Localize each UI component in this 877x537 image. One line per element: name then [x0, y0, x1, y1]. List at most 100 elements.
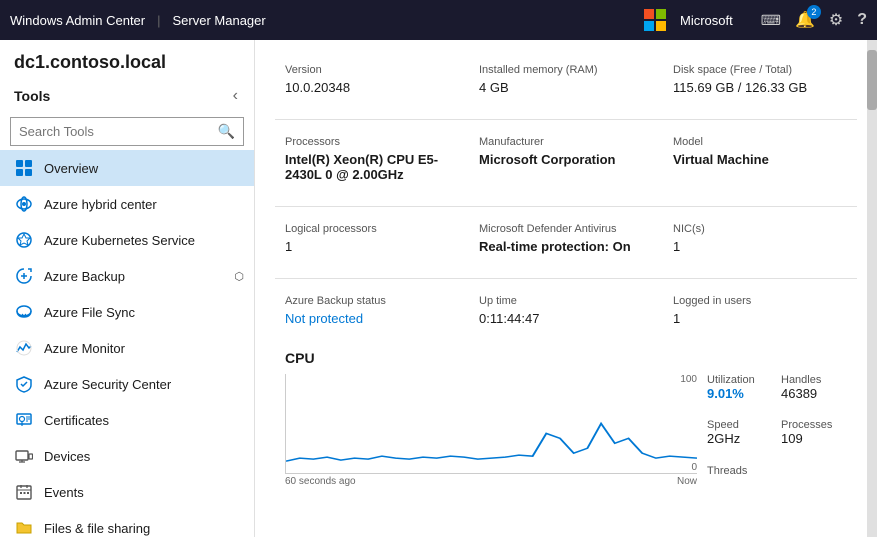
stat-value-model: Virtual Machine — [673, 152, 847, 167]
stat-value-disk: 115.69 GB / 126.33 GB — [673, 80, 847, 95]
stat-label-processors: Processors — [285, 136, 459, 148]
sidebar-item-azure-hybrid[interactable]: Azure hybrid center — [0, 186, 254, 222]
stat-label-nics: NIC(s) — [673, 223, 847, 235]
stat-label-model: Model — [673, 136, 847, 148]
cpu-chart-container: 100 0 60 seconds ago Now — [285, 374, 697, 487]
main-layout: dc1.contoso.local Tools ‹ 🔍 Overview — [0, 40, 877, 537]
sidebar-item-label-files: Files & file sharing — [44, 521, 244, 536]
chart-label-right: Now — [677, 476, 697, 487]
notification-badge: 2 — [807, 5, 821, 19]
stat-manufacturer: Manufacturer Microsoft Corporation — [469, 128, 663, 196]
cpu-speed-stat: Speed 2GHz — [707, 419, 773, 456]
stat-value-logged-users: 1 — [673, 311, 847, 326]
cpu-handles-stat: Handles 46389 — [781, 374, 847, 411]
stat-label-ram: Installed memory (RAM) — [479, 64, 653, 76]
sidebar-item-label-events: Events — [44, 485, 244, 500]
stat-model: Model Virtual Machine — [663, 128, 857, 196]
stat-label-logged-users: Logged in users — [673, 295, 847, 307]
stat-label-defender: Microsoft Defender Antivirus — [479, 223, 653, 235]
topbar-actions: ⌨ 🔔 2 ⚙ ? — [761, 10, 867, 30]
overview-icon — [14, 158, 34, 178]
chart-max-label: 100 — [680, 374, 697, 385]
cpu-speed-label: Speed — [707, 419, 773, 431]
stat-value-backup-status[interactable]: Not protected — [285, 311, 459, 326]
cpu-chart-svg — [286, 374, 697, 473]
stat-value-nics: 1 — [673, 239, 847, 254]
cpu-chart: 100 0 — [285, 374, 697, 474]
cpu-title: CPU — [285, 350, 847, 366]
help-icon[interactable]: ? — [857, 11, 867, 29]
azure-backup-icon — [14, 266, 34, 286]
sidebar-item-label-azure-kubernetes: Azure Kubernetes Service — [44, 233, 244, 248]
files-icon — [14, 518, 34, 537]
sidebar-item-overview[interactable]: Overview — [0, 150, 254, 186]
microsoft-logo — [644, 9, 666, 31]
stats-grid-row4: Azure Backup status Not protected Up tim… — [275, 287, 857, 340]
stats-grid-row3: Logical processors 1 Microsoft Defender … — [275, 215, 857, 268]
azure-security-icon — [14, 374, 34, 394]
events-icon — [14, 482, 34, 502]
left-panel: dc1.contoso.local Tools ‹ 🔍 Overview — [0, 40, 255, 537]
chart-zero-label: 0 — [691, 462, 697, 473]
stat-ram: Installed memory (RAM) 4 GB — [469, 56, 663, 109]
sidebar-item-label-azure-monitor: Azure Monitor — [44, 341, 244, 356]
stat-value-ram: 4 GB — [479, 80, 653, 95]
sidebar-item-label-azure-backup: Azure Backup — [44, 269, 224, 284]
stat-backup-status: Azure Backup status Not protected — [275, 287, 469, 340]
topbar-divider: | — [157, 13, 160, 28]
search-box: 🔍 — [10, 117, 244, 146]
sidebar-item-label-azure-hybrid: Azure hybrid center — [44, 197, 244, 212]
stat-value-defender: Real-time protection: On — [479, 239, 653, 254]
stat-label-version: Version — [285, 64, 459, 76]
sidebar-item-azure-backup[interactable]: Azure Backup ⬡ — [0, 258, 254, 294]
cpu-utilization-stat: Utilization 9.01% — [707, 374, 773, 411]
tools-header: Tools ‹ — [0, 81, 254, 111]
sidebar-item-events[interactable]: Events — [0, 474, 254, 510]
stat-value-version: 10.0.20348 — [285, 80, 459, 95]
stat-processors: Processors Intel(R) Xeon(R) CPU E5-2430L… — [275, 128, 469, 196]
chart-time-labels: 60 seconds ago Now — [285, 476, 697, 487]
sidebar-item-label-azure-file-sync: Azure File Sync — [44, 305, 244, 320]
search-button[interactable]: 🔍 — [210, 118, 243, 145]
azure-hybrid-icon — [14, 194, 34, 214]
notification-icon[interactable]: 🔔 2 — [795, 10, 815, 30]
azure-kubernetes-icon — [14, 230, 34, 250]
cpu-processes-stat: Processes 109 — [781, 419, 847, 456]
right-panel: Version 10.0.20348 Installed memory (RAM… — [255, 40, 877, 537]
sidebar-item-azure-kubernetes[interactable]: Azure Kubernetes Service — [0, 222, 254, 258]
certificates-icon — [14, 410, 34, 430]
stat-value-manufacturer: Microsoft Corporation — [479, 152, 653, 167]
cpu-handles-label: Handles — [781, 374, 847, 386]
server-title: dc1.contoso.local — [0, 40, 254, 81]
cpu-handles-value: 46389 — [781, 386, 847, 401]
sidebar-item-certificates[interactable]: Certificates — [0, 402, 254, 438]
cpu-utilization-label: Utilization — [707, 374, 773, 386]
azure-file-sync-icon — [14, 302, 34, 322]
stat-label-disk: Disk space (Free / Total) — [673, 64, 847, 76]
stat-label-logical-proc: Logical processors — [285, 223, 459, 235]
scrollbar[interactable] — [867, 40, 877, 537]
settings-icon[interactable]: ⚙ — [829, 10, 843, 30]
cpu-content: 100 0 60 seconds ago Now — [285, 374, 847, 487]
collapse-button[interactable]: ‹ — [227, 85, 244, 107]
stat-uptime: Up time 0:11:44:47 — [469, 287, 663, 340]
sidebar-item-devices[interactable]: Devices — [0, 438, 254, 474]
cpu-section: CPU 100 0 60 seconds ago Now — [275, 350, 857, 487]
brand-name: Microsoft — [680, 13, 733, 28]
azure-monitor-icon — [14, 338, 34, 358]
server-manager-link[interactable]: Server Manager — [173, 13, 266, 28]
terminal-icon[interactable]: ⌨ — [761, 12, 781, 29]
content-area: Version 10.0.20348 Installed memory (RAM… — [255, 40, 877, 537]
stat-logged-users: Logged in users 1 — [663, 287, 857, 340]
cpu-speed-value: 2GHz — [707, 431, 773, 446]
sidebar-item-files[interactable]: Files & file sharing — [0, 510, 254, 537]
scrollbar-thumb[interactable] — [867, 50, 877, 110]
sidebar-item-azure-file-sync[interactable]: Azure File Sync — [0, 294, 254, 330]
stat-value-processors: Intel(R) Xeon(R) CPU E5-2430L 0 @ 2.00GH… — [285, 152, 459, 182]
search-input[interactable] — [11, 119, 210, 144]
sidebar-item-azure-security[interactable]: Azure Security Center — [0, 366, 254, 402]
cpu-threads-stat: Threads — [707, 465, 847, 487]
stat-label-uptime: Up time — [479, 295, 653, 307]
stat-nics: NIC(s) 1 — [663, 215, 857, 268]
sidebar-item-azure-monitor[interactable]: Azure Monitor — [0, 330, 254, 366]
